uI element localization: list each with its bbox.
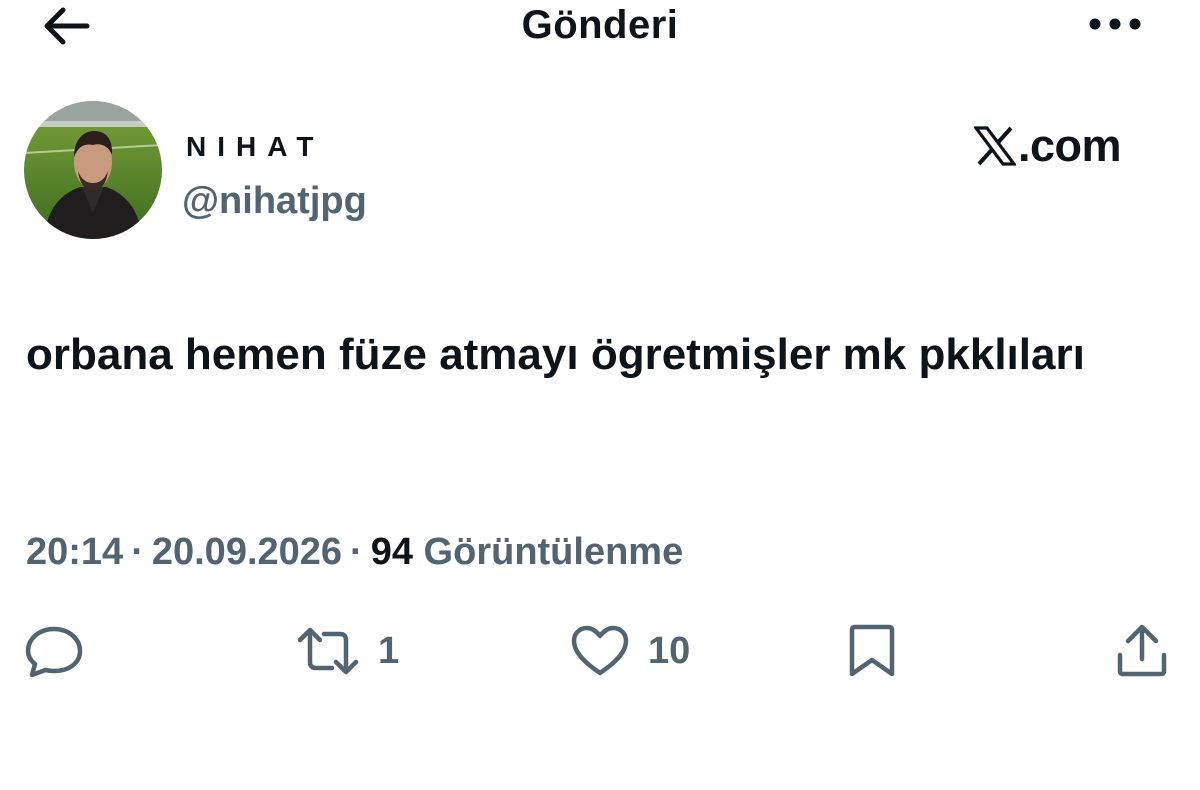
like-count: 10 bbox=[648, 630, 691, 672]
heart-icon bbox=[571, 625, 629, 676]
meta-separator: · bbox=[350, 531, 363, 573]
bookmark-icon bbox=[849, 624, 895, 677]
repost-icon bbox=[297, 627, 359, 675]
reply-button[interactable] bbox=[24, 622, 84, 680]
tweet-date[interactable]: 20.09.2026 bbox=[152, 531, 342, 573]
author-handle[interactable]: @nihatjpg bbox=[182, 178, 367, 224]
avatar-photo bbox=[24, 101, 162, 239]
like-button[interactable]: 10 bbox=[570, 622, 690, 680]
tweet-meta: 20:14 · 20.09.2026 · 94 Görüntülenme bbox=[26, 528, 683, 576]
page-title: Gönderi bbox=[521, 3, 679, 47]
share-button[interactable] bbox=[1114, 622, 1170, 680]
share-icon bbox=[1117, 624, 1167, 677]
more-options-button[interactable] bbox=[1082, 2, 1148, 46]
tweet-time[interactable]: 20:14 bbox=[26, 531, 123, 573]
x-logo-icon bbox=[974, 126, 1016, 166]
tweet-text: orbana hemen füze atmayı ögretmişler mk … bbox=[26, 330, 1085, 379]
repost-button[interactable]: 1 bbox=[296, 622, 399, 680]
avatar[interactable] bbox=[24, 101, 162, 239]
brand-watermark: .com bbox=[974, 120, 1122, 172]
brand-text: .com bbox=[1018, 120, 1122, 171]
author-display-name[interactable]: NIHAT bbox=[186, 130, 324, 164]
bookmark-button[interactable] bbox=[846, 622, 898, 680]
repost-count: 1 bbox=[378, 630, 400, 672]
more-dots-icon bbox=[1089, 18, 1141, 30]
views-label: Görüntülenme bbox=[423, 531, 684, 573]
meta-separator: · bbox=[131, 531, 144, 573]
views-count: 94 bbox=[370, 531, 413, 573]
reply-icon bbox=[25, 626, 83, 677]
